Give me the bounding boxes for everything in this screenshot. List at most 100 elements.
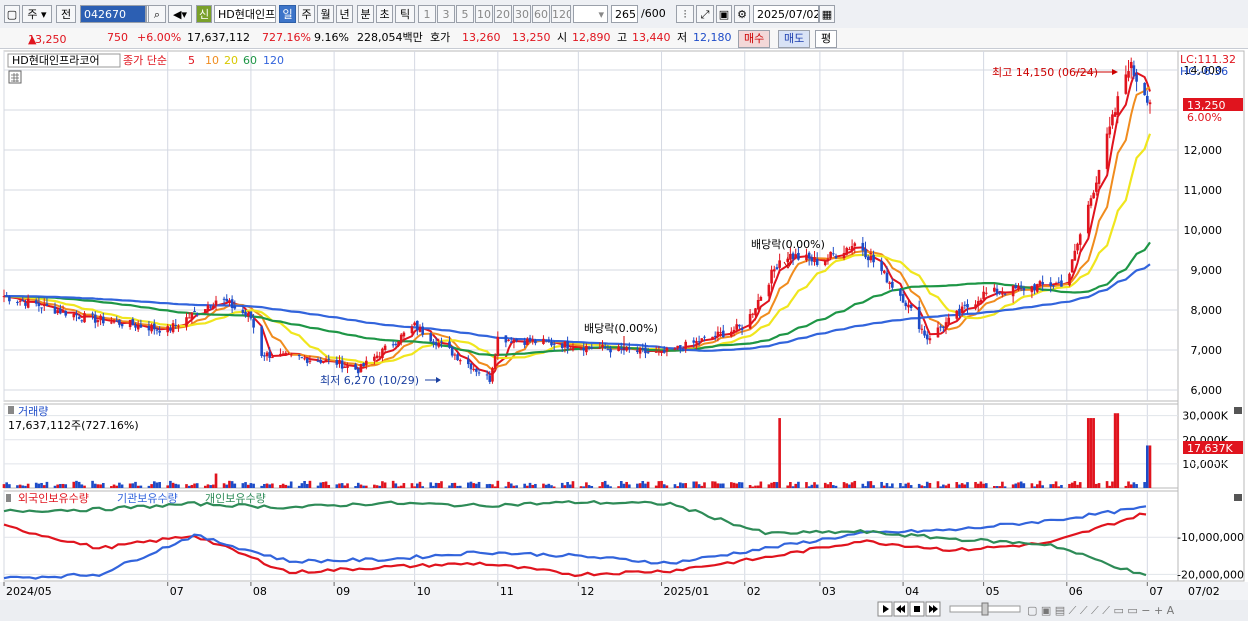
volume-bar: [340, 483, 344, 488]
volume-bar: [287, 485, 290, 488]
tool-icons[interactable]: ▢ ▣ ▤ ⟋ ⟋ ⟋ ⟋ ▭ ▭ − + A: [1027, 604, 1175, 617]
candle-body: [485, 374, 489, 376]
volume-bar: [177, 484, 180, 488]
candle-body: [1003, 293, 1007, 295]
volume-bar: [128, 483, 132, 488]
volume-bar: [56, 484, 59, 488]
candle-body: [772, 269, 776, 272]
x-axis-label: 09: [336, 585, 350, 598]
volume-bar: [644, 483, 647, 488]
volume-bar: [120, 484, 124, 488]
candle-body: [679, 345, 682, 349]
candle-body: [134, 325, 137, 328]
volume-bar: [147, 485, 151, 488]
candle-body: [767, 284, 771, 297]
volume-bar: [976, 483, 980, 488]
volume-bar: [590, 485, 594, 488]
candle-body: [907, 304, 910, 308]
candle-body: [340, 360, 344, 369]
candle-body: [335, 359, 339, 365]
volume-bar: [534, 483, 537, 488]
candle-body: [700, 338, 704, 342]
holdings-panel-close-icon[interactable]: [1234, 494, 1242, 501]
candle-body: [1054, 282, 1058, 285]
holdings-axis-label: -10,000,000: [1177, 531, 1244, 544]
candle-body: [225, 298, 229, 302]
volume-bar: [692, 481, 696, 488]
volume-bar: [909, 485, 913, 488]
candle-body: [571, 348, 575, 351]
candle-body: [1035, 284, 1039, 292]
volume-bar: [488, 483, 492, 488]
candle-body: [1017, 285, 1020, 290]
candle-body: [660, 350, 663, 353]
volume-bar: [356, 482, 360, 488]
volume-bar: [1041, 485, 1044, 488]
candle-body: [1019, 285, 1023, 287]
volume-bar: [327, 484, 331, 488]
volume-panel-close-icon[interactable]: [1234, 407, 1242, 414]
candle-body: [190, 312, 194, 319]
candle-body: [1033, 284, 1036, 291]
volume-bar: [888, 486, 891, 488]
x-axis-label: 08: [253, 585, 267, 598]
candle-body: [740, 328, 744, 331]
volume-bar: [1113, 413, 1117, 488]
candle-body: [861, 242, 865, 251]
candle-body: [241, 309, 245, 314]
volume-bar: [1148, 445, 1152, 488]
candle-body: [528, 337, 532, 342]
volume-bar: [1078, 482, 1082, 488]
candle-body: [203, 309, 207, 314]
candle-body: [209, 306, 212, 308]
volume-bar: [434, 482, 438, 488]
volume-bar: [1038, 480, 1042, 488]
candle-body: [601, 344, 604, 348]
volume-bar: [190, 484, 194, 488]
volume-bar: [523, 483, 526, 488]
candle-body: [493, 355, 497, 370]
candle-body: [1132, 65, 1136, 76]
volume-bar: [362, 485, 365, 488]
volume-bar: [681, 483, 685, 488]
volume-bar: [397, 486, 400, 488]
volume-bar: [305, 483, 309, 488]
volume-bar: [552, 486, 556, 488]
candle-body: [421, 326, 424, 335]
candle-body: [829, 251, 832, 259]
candle-body: [507, 339, 510, 341]
volume-bar: [59, 484, 62, 488]
legend-individual: 개인보유수량: [205, 492, 266, 505]
candle-body: [222, 298, 226, 300]
volume-bar: [512, 485, 516, 488]
x-axis-bar: [0, 582, 1248, 600]
candle-body: [1089, 198, 1093, 206]
volume-bar: [1070, 482, 1074, 488]
stock-chart[interactable]: 6,0007,0008,0009,00010,00011,00012,00014…: [0, 0, 1248, 621]
candle-body: [56, 310, 59, 314]
candle-body: [609, 348, 612, 353]
volume-bar: [1068, 483, 1071, 488]
candle-body: [923, 330, 926, 336]
x-axis-right-label: 07/02: [1188, 585, 1220, 598]
volume-bar: [942, 484, 945, 488]
volume-bar: [394, 483, 398, 488]
volume-bar: [542, 483, 545, 488]
candle-body: [960, 306, 964, 314]
zoom-slider-handle[interactable]: [981, 602, 989, 616]
candle-body: [998, 292, 1002, 294]
candle-body: [458, 360, 462, 362]
candle-body: [1078, 234, 1082, 245]
x-axis-label: 10: [417, 585, 431, 598]
candle-body: [359, 364, 363, 372]
volume-bar: [187, 485, 191, 488]
scroll-controls: ▢ ▣ ▤ ⟋ ⟋ ⟋ ⟋ ▭ ▭ − + A: [877, 601, 1175, 617]
candle-body: [354, 364, 357, 370]
volume-bar: [1111, 481, 1114, 488]
volume-bar: [1127, 481, 1130, 488]
candle-body: [72, 313, 76, 318]
candle-body: [550, 341, 553, 346]
volume-bar: [923, 486, 926, 488]
candle-body: [112, 321, 116, 323]
volume-bar: [982, 483, 985, 488]
